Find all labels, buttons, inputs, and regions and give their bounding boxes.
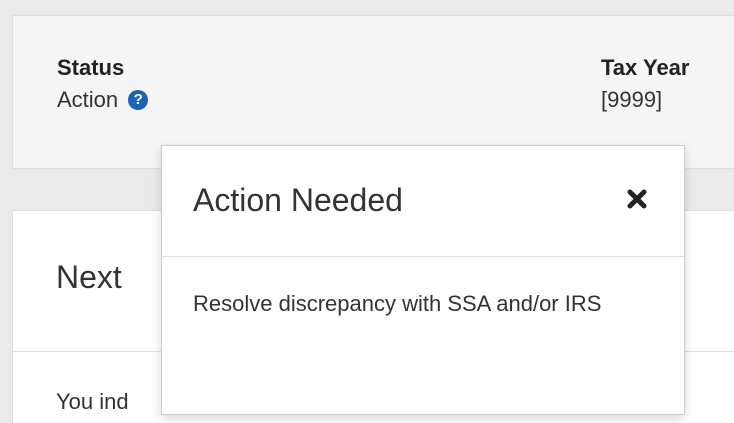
status-column: Status Action ? (57, 53, 149, 117)
action-needed-popover: Action Needed Resolve discrepancy with S… (161, 145, 685, 415)
next-card-title: Next (56, 259, 122, 295)
popover-header: Action Needed (162, 146, 684, 257)
status-heading: Status (57, 55, 125, 80)
popover-body: Resolve discrepancy with SSA and/or IRS (193, 291, 602, 316)
status-value: Action (57, 87, 119, 112)
status-value-row: Action ? (57, 83, 149, 117)
tax-year-heading: Tax Year (601, 55, 690, 80)
close-icon[interactable] (620, 182, 654, 216)
page: Status Action ? Tax Year [9999] Next You… (0, 0, 734, 423)
question-circle-icon[interactable]: ? (128, 90, 149, 110)
tax-year-value: [9999] (601, 87, 663, 112)
popover-title: Action Needed (193, 182, 403, 218)
tax-year-column: Tax Year [9999] (601, 53, 689, 117)
next-card-body-text: You ind (56, 389, 129, 414)
